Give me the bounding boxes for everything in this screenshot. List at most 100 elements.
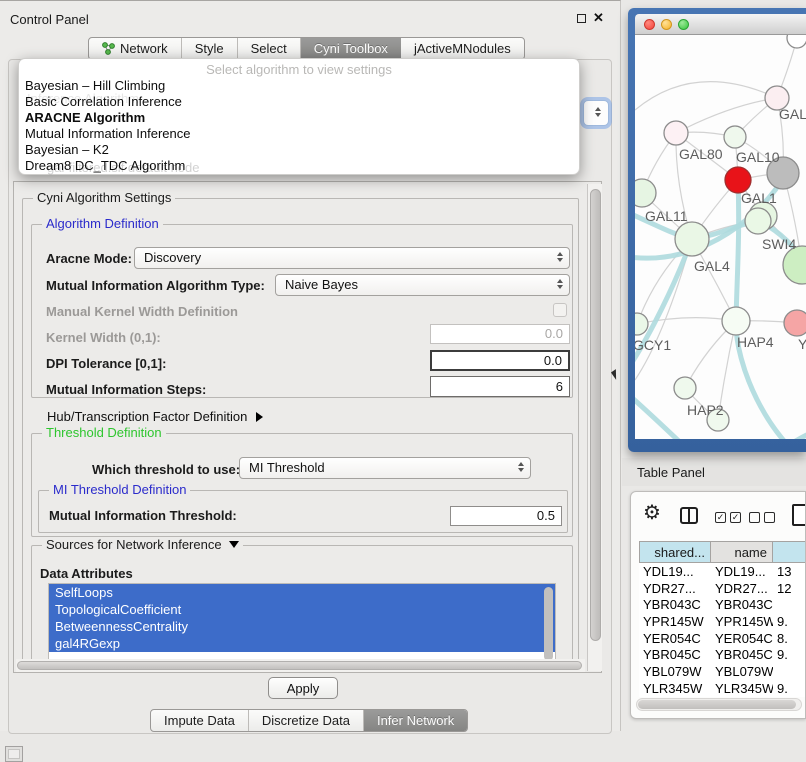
node-label-gal11: GAL11 bbox=[645, 208, 688, 224]
manual-kernel-width-checkbox[interactable] bbox=[553, 303, 567, 317]
aracne-mode-select[interactable]: Discovery bbox=[134, 247, 570, 269]
mi-threshold-field[interactable]: 0.5 bbox=[450, 506, 562, 526]
table-cell: 8. bbox=[773, 630, 806, 647]
tab-style[interactable]: Style bbox=[182, 38, 238, 59]
tab-network[interactable]: Network bbox=[89, 38, 182, 59]
table-cell: YDR27... bbox=[639, 580, 711, 597]
settings-vertical-scrollbar[interactable] bbox=[587, 184, 602, 671]
attribute-item-topologicalcoefficient[interactable]: TopologicalCoefficient bbox=[49, 601, 555, 618]
apply-button[interactable]: Apply bbox=[268, 677, 338, 699]
table-cell bbox=[773, 596, 806, 613]
threshold-definition-title: Threshold Definition bbox=[42, 426, 166, 440]
algorithm-option-bayesian-k2[interactable]: Bayesian – K2 bbox=[25, 142, 573, 158]
collapsed-arrow-icon bbox=[256, 412, 263, 422]
list-scrollbar-thumb[interactable] bbox=[544, 587, 553, 661]
mi-steps-field[interactable]: 6 bbox=[430, 376, 570, 397]
table-row[interactable]: YBL079WYBL079W bbox=[639, 663, 806, 680]
table-row[interactable]: YBR043CYBR043C bbox=[639, 596, 806, 613]
kernel-width-value: 0.0 bbox=[545, 326, 563, 341]
network-edge bbox=[676, 98, 777, 133]
tab-infer-network[interactable]: Infer Network bbox=[364, 710, 467, 731]
table-horizontal-scrollbar[interactable] bbox=[636, 698, 802, 711]
network-node-hap2[interactable] bbox=[674, 377, 696, 399]
scrollbar-thumb[interactable] bbox=[638, 700, 796, 709]
network-node-y[interactable] bbox=[784, 310, 806, 336]
deselect-all-icon[interactable] bbox=[749, 512, 775, 523]
collapsed-panel-icon[interactable] bbox=[5, 746, 23, 762]
gear-icon[interactable]: ⚙ bbox=[643, 500, 661, 525]
column-header-name[interactable]: name bbox=[711, 541, 773, 563]
tab-discretize-data[interactable]: Discretize Data bbox=[249, 710, 364, 731]
table-row[interactable]: YPR145WYPR145W9. bbox=[639, 613, 806, 630]
attribute-item-betweennesscentrality[interactable]: BetweennessCentrality bbox=[49, 618, 555, 635]
select-all-icon[interactable]: ✓✓ bbox=[715, 512, 741, 523]
node-label-hap2: HAP2 bbox=[687, 402, 724, 418]
table-row[interactable]: YBR045CYBR045C9. bbox=[639, 646, 806, 663]
algorithm-option-dream8-dc-tdc-algorithm[interactable]: Dream8 DC_TDC Algorithm bbox=[25, 158, 573, 174]
table-header: shared...name bbox=[639, 541, 806, 563]
sources-group: Sources for Network Inference Data Attri… bbox=[31, 545, 573, 669]
tab-impute-data[interactable]: Impute Data bbox=[151, 710, 249, 731]
close-icon[interactable]: ✕ bbox=[593, 10, 604, 26]
tab-select[interactable]: Select bbox=[238, 38, 301, 59]
scrollbar-thumb[interactable] bbox=[17, 661, 582, 670]
algorithm-option-mutual-information-inference[interactable]: Mutual Information Inference bbox=[25, 126, 573, 142]
network-node-gal80[interactable] bbox=[664, 121, 688, 145]
hub-transcription-factor-toggle[interactable]: Hub/Transcription Factor Definition bbox=[47, 409, 263, 424]
table-row[interactable]: YDL19...YDL19...13 bbox=[639, 563, 806, 580]
network-node-gal10[interactable] bbox=[724, 126, 746, 148]
document-icon[interactable] bbox=[792, 504, 806, 526]
tab-jactivemnodules[interactable]: jActiveMNodules bbox=[401, 38, 524, 59]
node-label-hap4: HAP4 bbox=[737, 334, 774, 350]
algorithm-option-aracne-algorithm[interactable]: ARACNE Algorithm bbox=[25, 110, 573, 126]
table-row[interactable]: YIL052CYIL052C9. bbox=[639, 697, 806, 698]
column-header-2[interactable] bbox=[773, 541, 806, 563]
network-node-swi4[interactable] bbox=[745, 208, 771, 234]
scrollbar-thumb[interactable] bbox=[590, 189, 601, 641]
minimize-traffic-light[interactable] bbox=[661, 19, 672, 30]
mi-threshold-value: 0.5 bbox=[537, 508, 555, 523]
which-threshold-select[interactable]: MI Threshold bbox=[239, 457, 531, 479]
node-label-gcy1: GCY1 bbox=[635, 337, 671, 353]
network-canvas[interactable]: GALGAL80GAL10GAL1GAL11SWI4GAL4GCY1HAP4YH… bbox=[635, 35, 806, 439]
network-window-titlebar[interactable] bbox=[635, 14, 806, 35]
settings-horizontal-scrollbar[interactable] bbox=[16, 659, 585, 672]
table-row[interactable]: YER054CYER054C8. bbox=[639, 630, 806, 647]
table-row[interactable]: YDR27...YDR27...12 bbox=[639, 580, 806, 597]
dpi-tolerance-field[interactable]: 0.0 bbox=[430, 350, 570, 371]
tab-style-label: Style bbox=[195, 41, 224, 56]
table-cell: YBR043C bbox=[639, 596, 711, 613]
attribute-item-gal4rgexp[interactable]: gal4RGexp bbox=[49, 635, 555, 652]
table-cell: 9. bbox=[773, 646, 806, 663]
close-traffic-light[interactable] bbox=[644, 19, 655, 30]
cyni-algorithm-settings-title: Cyni Algorithm Settings bbox=[33, 191, 175, 205]
data-attributes-list[interactable]: SelfLoopsTopologicalCoefficientBetweenne… bbox=[48, 583, 556, 667]
column-header-shared[interactable]: shared... bbox=[639, 541, 711, 563]
network-node-gal4[interactable] bbox=[675, 222, 709, 256]
split-view-icon[interactable] bbox=[680, 507, 698, 524]
table-cell: YER054C bbox=[711, 630, 773, 647]
table-cell: YPR145W bbox=[711, 613, 773, 630]
attribute-item-selfloops[interactable]: SelfLoops bbox=[49, 584, 555, 601]
network-node[interactable] bbox=[787, 35, 806, 48]
tab-select-label: Select bbox=[251, 41, 287, 56]
tab-cyni-toolbox[interactable]: Cyni Toolbox bbox=[301, 38, 401, 59]
network-node-gal11[interactable] bbox=[635, 179, 656, 207]
float-window-icon[interactable] bbox=[577, 14, 586, 23]
tab-cyni-toolbox-label: Cyni Toolbox bbox=[314, 41, 388, 56]
tab-discretize-data-label: Discretize Data bbox=[262, 713, 350, 728]
settings-scroll-area: Cyni Algorithm Settings Algorithm Defini… bbox=[13, 181, 602, 673]
node-label-gal: GAL bbox=[779, 106, 806, 122]
inference-algorithm-combo-fragment[interactable] bbox=[583, 100, 609, 126]
network-node-gcy1[interactable] bbox=[635, 313, 648, 335]
algorithm-option-bayesian-hill-climbing[interactable]: Bayesian – Hill Climbing bbox=[25, 78, 573, 94]
table-cell: YPR145W bbox=[639, 613, 711, 630]
network-node-hap4[interactable] bbox=[722, 307, 750, 335]
mi-threshold-label: Mutual Information Threshold: bbox=[49, 508, 237, 523]
algorithm-option-basic-correlation-inference[interactable]: Basic Correlation Inference bbox=[25, 94, 573, 110]
kernel-width-field[interactable]: 0.0 bbox=[430, 324, 570, 344]
mi-algorithm-type-select[interactable]: Naive Bayes bbox=[275, 274, 570, 296]
node-table: shared...name YDL19...YDL19...13YDR27...… bbox=[639, 541, 806, 697]
zoom-traffic-light[interactable] bbox=[678, 19, 689, 30]
table-row[interactable]: YLR345WYLR345W9. bbox=[639, 680, 806, 697]
